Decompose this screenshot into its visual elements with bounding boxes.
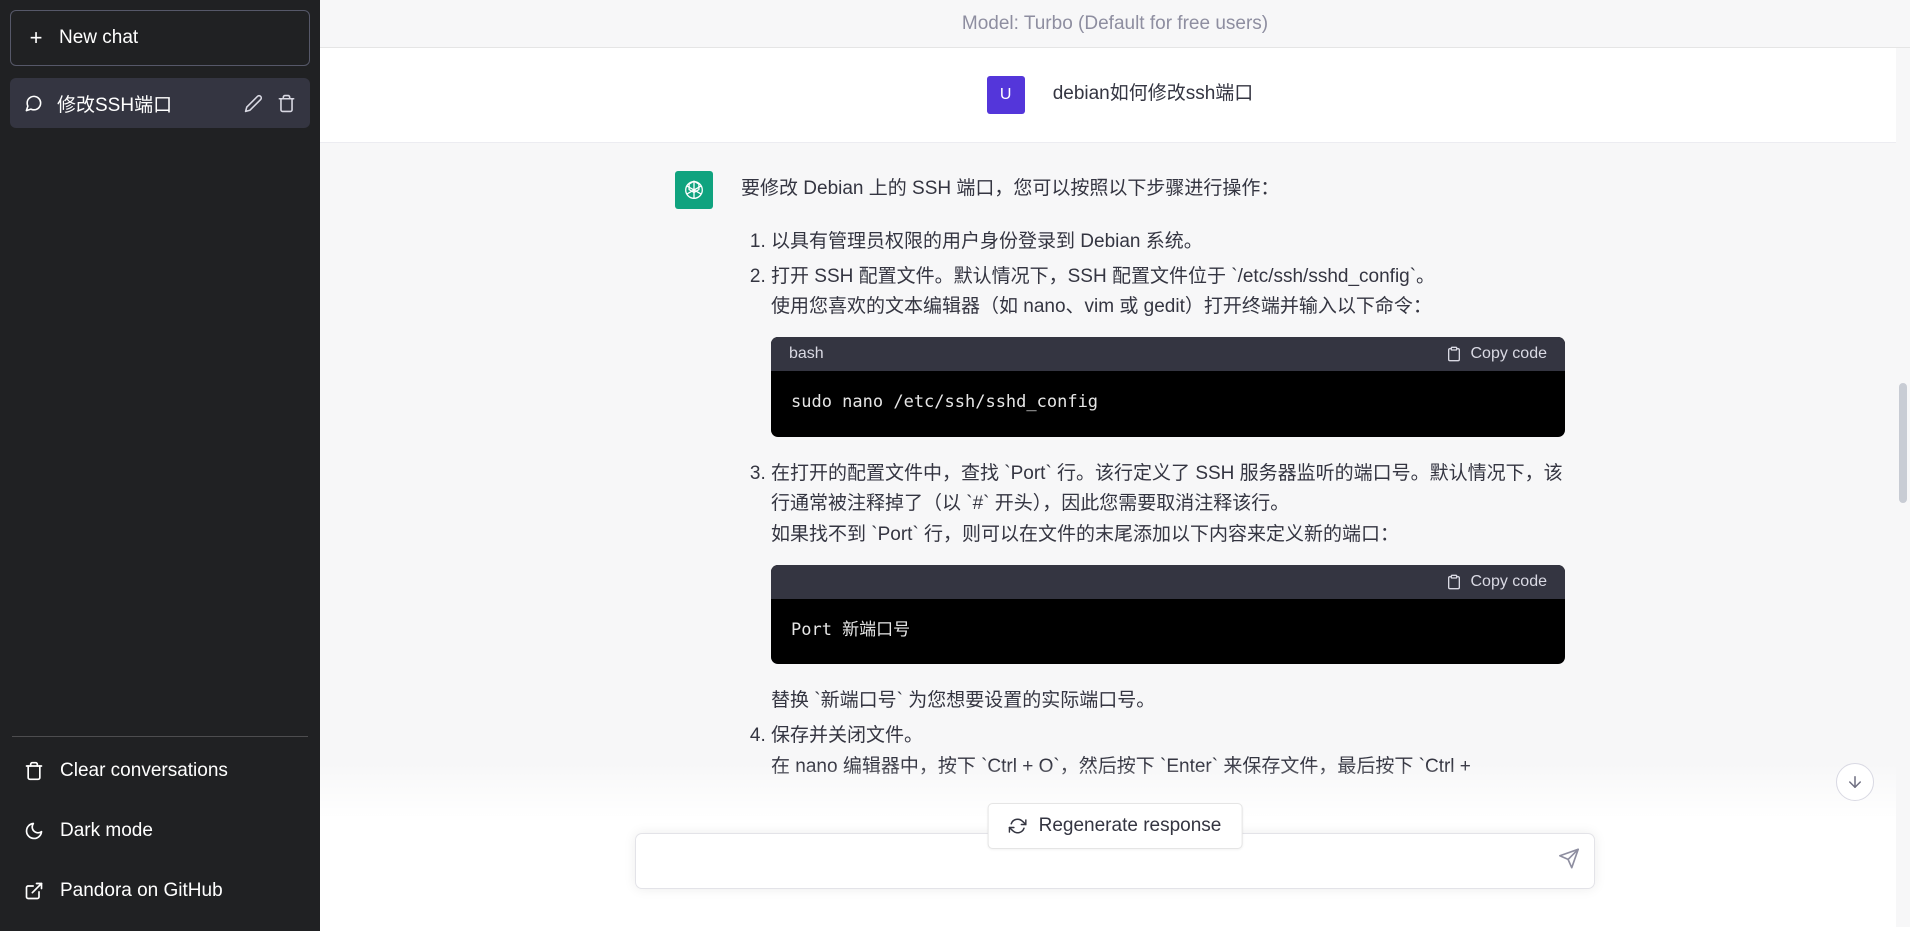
- message-assistant: 要修改 Debian 上的 SSH 端口，您可以按照以下步骤进行操作： 以具有管…: [320, 143, 1910, 816]
- main-scrollbar-thumb[interactable]: [1899, 383, 1907, 503]
- main-scrollbar-track[interactable]: [1896, 48, 1910, 931]
- message-thread[interactable]: U debian如何修改ssh端口 要修改 Debian 上的 SSH 端口，您…: [320, 48, 1910, 833]
- regenerate-response-button[interactable]: Regenerate response: [987, 803, 1243, 849]
- copy-code-label: Copy code: [1470, 572, 1548, 590]
- sidebar-divider: [12, 736, 308, 737]
- copy-code-button[interactable]: Copy code: [1446, 569, 1548, 595]
- regenerate-response-label: Regenerate response: [1038, 815, 1222, 836]
- model-header: Model: Turbo (Default for free users): [320, 0, 1910, 48]
- assistant-message-body: 要修改 Debian 上的 SSH 端口，您可以按照以下步骤进行操作： 以具有管…: [741, 171, 1565, 787]
- code-block-2: Copy code Port 新端口号: [771, 564, 1565, 665]
- steps-list: 以具有管理员权限的用户身份登录到 Debian 系统。 打开 SSH 配置文件。…: [741, 227, 1565, 783]
- step-item-4: 保存并关闭文件。 在 nano 编辑器中，按下 `Ctrl + O`，然后按下 …: [771, 721, 1565, 783]
- avatar-letter: U: [999, 86, 1012, 103]
- sidebar-item-clear-conversations[interactable]: Clear conversations: [10, 741, 310, 801]
- assistant-intro: 要修改 Debian 上的 SSH 端口，您可以按照以下步骤进行操作：: [741, 178, 1280, 199]
- sidebar-item-pandora-github[interactable]: Pandora on GitHub: [10, 861, 310, 921]
- step-item-1: 以具有管理员权限的用户身份登录到 Debian 系统。: [771, 227, 1565, 258]
- trash-icon[interactable]: [277, 94, 296, 113]
- step-3-line-1: 在打开的配置文件中，查找 `Port` 行。该行定义了 SSH 服务器监听的端口…: [771, 462, 1563, 515]
- copy-code-button[interactable]: Copy code: [1446, 341, 1548, 367]
- code-block-1-content[interactable]: sudo nano /etc/ssh/sshd_config: [771, 371, 1565, 437]
- sidebar-item-label: Dark mode: [60, 820, 153, 841]
- sidebar-item-label: Pandora on GitHub: [60, 880, 223, 901]
- arrow-down-icon: [1846, 773, 1864, 791]
- step-3-line-2: 如果找不到 `Port` 行，则可以在文件的末尾添加以下内容来定义新的端口：: [771, 524, 1400, 546]
- code-block-1: bash Copy code sudo nano /etc/ssh/sshd_c…: [771, 337, 1565, 437]
- step-2-line-2: 使用您喜欢的文本编辑器（如 nano、vim 或 gedit）打开终端并输入以下…: [771, 296, 1432, 318]
- plus-icon: +: [29, 25, 43, 50]
- message-input[interactable]: [654, 848, 1542, 874]
- avatar-assistant: [675, 171, 713, 209]
- code-block-1-header: bash Copy code: [771, 337, 1565, 372]
- conversation-list: 修改SSH端口: [10, 78, 310, 128]
- model-label: Model: Turbo (Default for free users): [961, 12, 1269, 34]
- step-item-3: 在打开的配置文件中，查找 `Port` 行。该行定义了 SSH 服务器监听的端口…: [771, 459, 1565, 718]
- edit-icon[interactable]: [244, 94, 263, 113]
- step-item-2: 打开 SSH 配置文件。默认情况下，SSH 配置文件位于 `/etc/ssh/s…: [771, 262, 1565, 437]
- sidebar-item-dark-mode[interactable]: Dark mode: [10, 801, 310, 861]
- new-chat-button[interactable]: + New chat: [10, 10, 310, 66]
- scroll-to-bottom-button[interactable]: [1836, 763, 1874, 801]
- send-button[interactable]: [1558, 848, 1580, 875]
- step-1-text: 以具有管理员权限的用户身份登录到 Debian 系统。: [771, 230, 1203, 252]
- clipboard-icon: [1446, 346, 1462, 362]
- step-4-line-2: 在 nano 编辑器中，按下 `Ctrl + O`，然后按下 `Enter` 来…: [771, 755, 1471, 777]
- chat-bubble-icon: [24, 94, 43, 113]
- copy-code-label: Copy code: [1470, 345, 1548, 363]
- main-panel: Model: Turbo (Default for free users) U …: [320, 0, 1910, 931]
- trash-icon: [24, 761, 44, 781]
- conversation-item-active[interactable]: 修改SSH端口: [10, 78, 310, 128]
- refresh-icon: [1008, 817, 1027, 835]
- sidebar-item-label: Clear conversations: [60, 760, 228, 781]
- code-block-2-header: Copy code: [771, 564, 1565, 599]
- sidebar: + New chat 修改SSH端口 Clear conversations D…: [0, 0, 320, 931]
- code-language-label: bash: [789, 345, 824, 363]
- clipboard-icon: [1446, 574, 1462, 590]
- conversation-title: 修改SSH端口: [57, 94, 173, 116]
- conversation-actions: [244, 94, 296, 113]
- chat-app: + New chat 修改SSH端口 Clear conversations D…: [0, 0, 1910, 931]
- moon-icon: [24, 821, 44, 841]
- openai-logo-icon: [682, 178, 706, 202]
- step-2-line-1: 打开 SSH 配置文件。默认情况下，SSH 配置文件位于 `/etc/ssh/s…: [771, 265, 1436, 287]
- external-link-icon: [24, 881, 44, 901]
- message-user: U debian如何修改ssh端口: [320, 48, 1910, 143]
- after-code-2-text: 替换 `新端口号` 为您想要设置的实际端口号。: [771, 690, 1156, 712]
- step-4-line-1: 保存并关闭文件。: [771, 725, 924, 747]
- new-chat-label: New chat: [59, 27, 139, 48]
- user-message-text: debian如何修改ssh端口: [1052, 83, 1254, 104]
- code-block-2-content[interactable]: Port 新端口号: [771, 599, 1565, 665]
- avatar-user: U: [986, 76, 1025, 114]
